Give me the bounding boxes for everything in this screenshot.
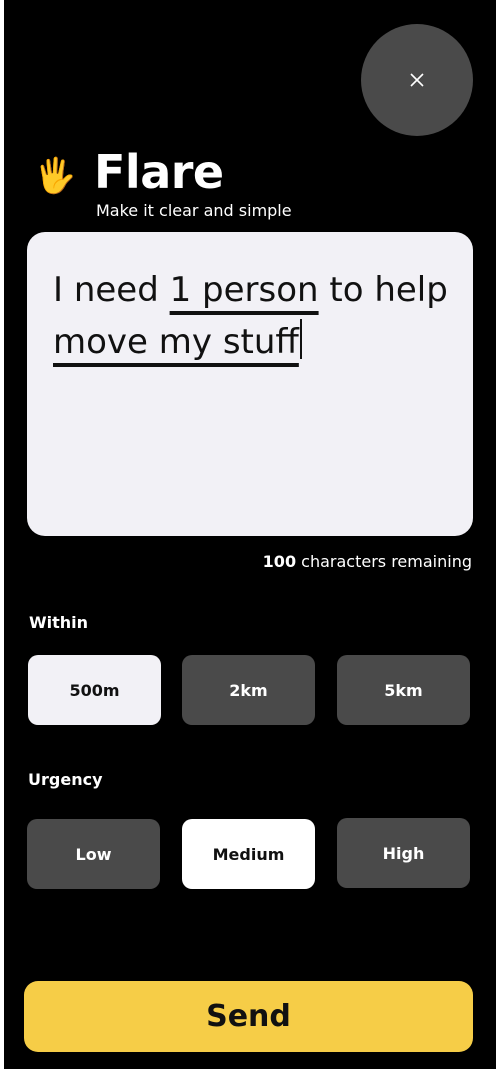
message-part: I need [53, 270, 170, 310]
message-input[interactable]: I need 1 person to help move my stuff [27, 232, 473, 536]
send-button[interactable]: Send [24, 981, 473, 1052]
close-button[interactable] [361, 24, 473, 136]
message-part: to help [318, 270, 448, 310]
urgency-option-medium[interactable]: Medium [182, 819, 315, 889]
highlighted-phrase-task: move my stuff [53, 322, 299, 362]
close-icon [410, 73, 424, 87]
urgency-option-low[interactable]: Low [27, 819, 160, 889]
text-caret [299, 319, 302, 359]
raised-hand-icon: 🖐 [34, 156, 77, 196]
within-option-5km[interactable]: 5km [337, 655, 470, 725]
flare-compose-screen: 🖐 Flare Make it clear and simple I need … [4, 0, 496, 1069]
message-text: I need 1 person to help move my stuff [53, 264, 453, 368]
highlighted-phrase-quantity: 1 person [169, 270, 319, 310]
urgency-label: Urgency [28, 770, 103, 789]
within-label: Within [29, 613, 89, 632]
app-subtitle: Make it clear and simple [96, 201, 292, 220]
app-title: Flare [94, 145, 224, 199]
urgency-option-high[interactable]: High [337, 818, 470, 888]
within-option-2km[interactable]: 2km [182, 655, 315, 725]
within-option-500m[interactable]: 500m [28, 655, 161, 725]
remaining-label: characters remaining [296, 552, 472, 571]
remaining-count: 100 [262, 552, 297, 571]
characters-remaining: 100 characters remaining [263, 551, 472, 573]
